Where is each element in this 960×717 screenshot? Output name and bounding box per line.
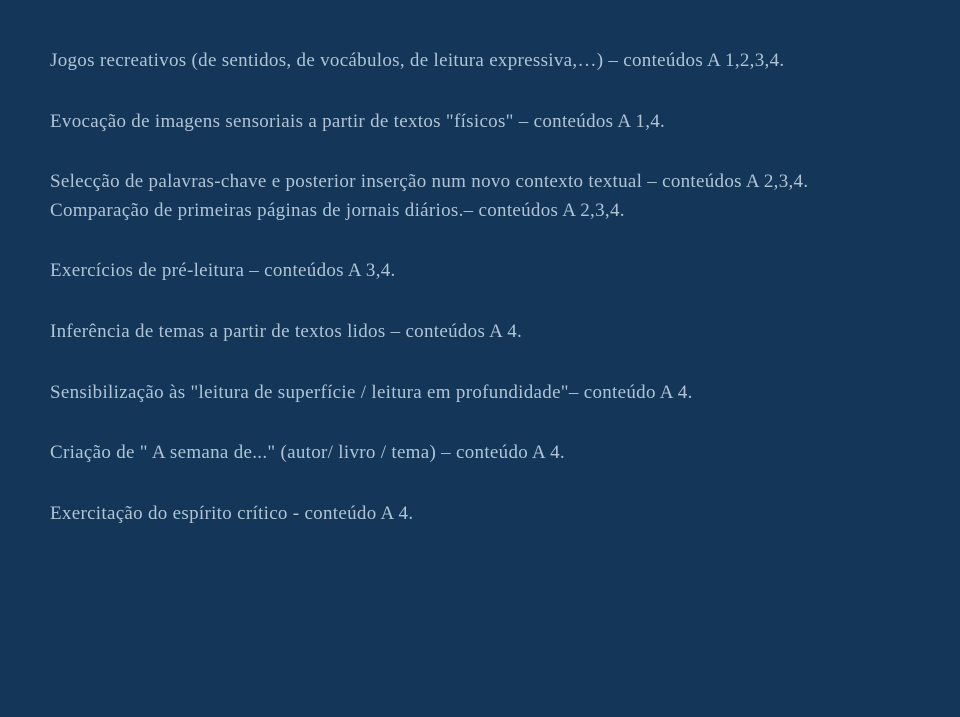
text-line-4: Comparação de primeiras páginas de jorna… — [50, 198, 910, 225]
text-line-1: Jogos recreativos (de sentidos, de vocáb… — [50, 48, 910, 75]
text-line-8: Criação de " A semana de..." (autor/ liv… — [50, 440, 910, 467]
text-line-3: Selecção de palavras-chave e posterior i… — [50, 169, 910, 196]
text-line-5: Exercícios de pré-leitura – conteúdos A … — [50, 258, 910, 285]
text-line-9: Exercitação do espírito crítico - conteú… — [50, 501, 910, 528]
text-line-7: Sensibilização às "leitura de superfície… — [50, 380, 910, 407]
text-line-6: Inferência de temas a partir de textos l… — [50, 319, 910, 346]
text-line-2: Evocação de imagens sensoriais a partir … — [50, 109, 910, 136]
